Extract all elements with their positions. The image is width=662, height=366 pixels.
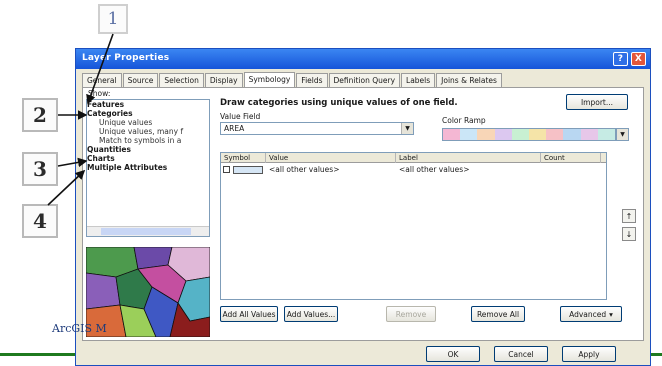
callout-1-arrow — [86, 33, 114, 105]
callout-4-arrow — [47, 169, 86, 206]
annotation-arrows — [47, 33, 114, 206]
callout-3-arrow — [57, 157, 88, 168]
